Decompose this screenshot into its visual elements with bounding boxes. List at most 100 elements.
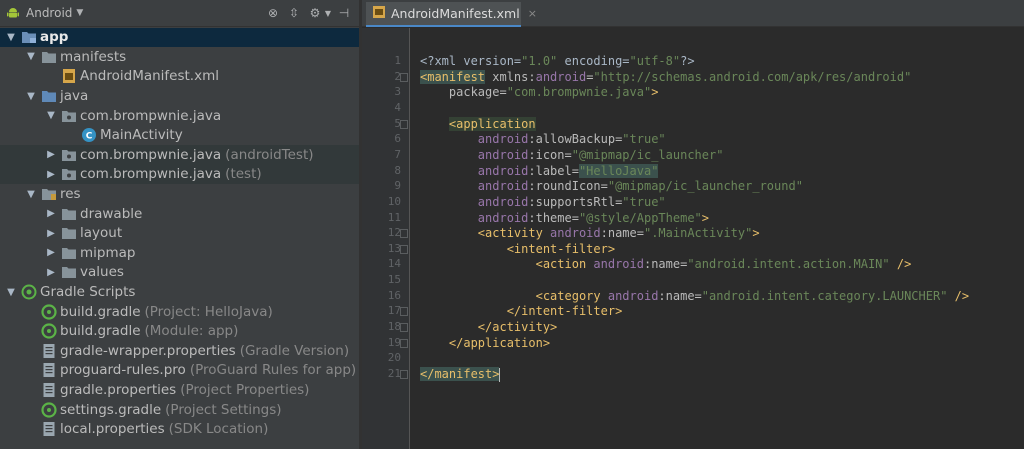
code-line[interactable]: android:theme="@style/AppTheme"> xyxy=(420,211,709,227)
fold-marker-icon[interactable] xyxy=(400,370,408,379)
project-toolbar: Android ▼ ⊗ ⇳ ⚙ ▼ ⊣ xyxy=(0,0,359,27)
code-token: :supportsRtl= xyxy=(528,194,623,209)
tree-item-layout[interactable]: ▶ layout xyxy=(0,224,359,244)
fold-marker-icon[interactable] xyxy=(400,229,408,239)
editor-tab-bar: AndroidManifest.xml × xyxy=(362,0,1024,27)
code-token: <activity xyxy=(477,226,551,241)
fold-marker-icon[interactable] xyxy=(400,323,408,333)
properties-file-icon xyxy=(41,343,57,359)
hide-panel-icon[interactable]: ⊣ xyxy=(335,4,353,22)
code-line[interactable]: </manifest> xyxy=(420,367,501,383)
code-token: </manifest> xyxy=(420,367,500,381)
target-icon[interactable]: ⊗ xyxy=(264,4,282,22)
chevron-down-icon[interactable]: ▼ xyxy=(24,51,38,62)
tree-item-java[interactable]: ▼ java xyxy=(0,86,359,106)
line-number: 5 xyxy=(394,116,401,130)
line-number: 20 xyxy=(387,351,401,365)
tree-item-build-gradle[interactable]: ▶build.gradle(Project: HelloJava) xyxy=(0,302,359,322)
line-number: 6 xyxy=(394,132,401,146)
chevron-down-icon[interactable]: ▼ xyxy=(44,110,58,121)
code-line[interactable]: android:allowBackup="true" xyxy=(420,132,666,148)
code-line[interactable]: </activity> xyxy=(420,320,557,336)
code-token: </application> xyxy=(448,335,551,350)
chevron-down-icon[interactable]: ▼ xyxy=(4,287,18,298)
tree-item-drawable[interactable]: ▶ drawable xyxy=(0,204,359,224)
close-icon[interactable]: × xyxy=(528,7,537,20)
tree-item-gradle-properties[interactable]: ▶gradle.properties(Project Properties) xyxy=(0,380,359,400)
code-editor[interactable]: <?xml version="1.0" encoding="utf-8"?> <m… xyxy=(411,28,1024,449)
fold-marker-icon[interactable] xyxy=(400,338,408,348)
collapse-all-icon[interactable]: ⇳ xyxy=(285,4,303,22)
chevron-down-icon[interactable]: ▼ xyxy=(24,189,38,200)
tree-item-settings-gradle[interactable]: ▶settings.gradle(Project Settings) xyxy=(0,400,359,420)
tree-item-local-properties[interactable]: ▶local.properties(SDK Location) xyxy=(0,420,359,440)
chevron-right-icon[interactable]: ▶ xyxy=(44,208,58,219)
code-line[interactable]: <application xyxy=(420,116,536,133)
tree-item-gradle-wrapper-properties[interactable]: ▶gradle-wrapper.properties(Gradle Versio… xyxy=(0,341,359,361)
line-number: 4 xyxy=(394,100,401,114)
code-token: "@style/AppTheme" xyxy=(578,210,702,225)
code-token: android xyxy=(477,210,529,225)
code-line[interactable]: <manifest xmlns:android="http://schemas.… xyxy=(420,69,911,86)
tree-item-com-brompwnie-java[interactable]: ▶ com.brompwnie.java (test) xyxy=(0,164,359,185)
tree-item-label: mipmap xyxy=(80,244,136,261)
tree-item-app[interactable]: ▼ app xyxy=(0,27,359,48)
tree-item-gradle-scripts[interactable]: ▼ Gradle Scripts xyxy=(0,282,359,302)
code-token: /> xyxy=(889,257,912,272)
code-line[interactable]: android:roundIcon="@mipmap/ic_launcher_r… xyxy=(420,179,803,195)
tree-item-build-gradle[interactable]: ▶build.gradle(Module: app) xyxy=(0,322,359,342)
fold-marker-icon[interactable] xyxy=(400,244,408,254)
line-number: 10 xyxy=(387,194,401,208)
code-token: ?> xyxy=(680,54,695,68)
tree-item-label: MainActivity xyxy=(100,127,183,144)
code-line[interactable]: <intent-filter> xyxy=(420,242,615,258)
tree-item-com-brompwnie-java[interactable]: ▶ com.brompwnie.java (androidTest) xyxy=(0,145,359,165)
code-line[interactable]: <activity android:name=".MainActivity"> xyxy=(420,226,760,242)
view-mode-dropdown[interactable]: Android xyxy=(26,6,72,20)
tree-item-androidmanifest-xml[interactable]: ▶AndroidManifest.xml xyxy=(0,67,359,87)
chevron-right-icon[interactable]: ▶ xyxy=(44,267,58,278)
code-line[interactable]: android:icon="@mipmap/ic_launcher" xyxy=(420,147,724,164)
code-line[interactable]: <?xml version="1.0" encoding="utf-8"?> xyxy=(420,54,695,70)
chevron-down-icon[interactable]: ▼ xyxy=(76,8,83,18)
folder-icon xyxy=(61,264,77,280)
chevron-right-icon[interactable]: ▶ xyxy=(44,169,58,180)
tree-item-label: manifests xyxy=(60,48,127,65)
line-number: 14 xyxy=(387,257,401,271)
tab-android-manifest[interactable]: AndroidManifest.xml × xyxy=(366,2,537,27)
tree-item-res[interactable]: ▼ res xyxy=(0,184,359,204)
code-line[interactable]: </application> xyxy=(420,336,550,352)
line-number: 21 xyxy=(387,367,401,380)
tree-item-com-brompwnie-java[interactable]: ▼ com.brompwnie.java xyxy=(0,106,359,126)
tree-item-mipmap[interactable]: ▶ mipmap xyxy=(0,243,359,263)
chevron-down-icon[interactable]: ▼ xyxy=(4,32,18,43)
properties-file-icon xyxy=(41,382,57,398)
tree-item-mainactivity[interactable]: ▶CMainActivity xyxy=(0,126,359,146)
code-line[interactable]: <action android:name="android.intent.act… xyxy=(420,257,912,273)
code-token: android xyxy=(477,147,529,162)
gradle-file-icon xyxy=(41,323,57,339)
code-line[interactable]: android:label="HelloJava" xyxy=(420,163,659,180)
gear-icon[interactable]: ⚙ xyxy=(306,4,324,22)
chevron-right-icon[interactable]: ▶ xyxy=(44,149,58,160)
fold-marker-icon[interactable] xyxy=(400,119,408,129)
code-line[interactable]: package="com.brompwnie.java"> xyxy=(420,85,659,101)
code-line[interactable]: <category android:name="android.intent.c… xyxy=(420,289,970,305)
code-line[interactable]: </intent-filter> xyxy=(420,304,623,320)
code-token: android xyxy=(535,69,587,84)
fold-marker-icon[interactable] xyxy=(400,72,408,82)
chevron-right-icon[interactable]: ▶ xyxy=(44,247,58,258)
tree-item-manifests[interactable]: ▼ manifests xyxy=(0,47,359,67)
code-line[interactable]: android:supportsRtl="true" xyxy=(420,195,666,211)
code-token: > xyxy=(701,210,710,225)
tree-item-values[interactable]: ▶ values xyxy=(0,263,359,283)
chevron-down-icon[interactable]: ▼ xyxy=(324,4,332,22)
tree-item-suffix: (Module: app) xyxy=(144,323,239,340)
chevron-down-icon[interactable]: ▼ xyxy=(24,91,38,102)
tree-item-proguard-rules-pro[interactable]: ▶proguard-rules.pro(ProGuard Rules for a… xyxy=(0,361,359,381)
fold-marker-icon[interactable] xyxy=(400,307,408,317)
package-icon xyxy=(61,147,77,163)
chevron-right-icon[interactable]: ▶ xyxy=(44,228,58,239)
